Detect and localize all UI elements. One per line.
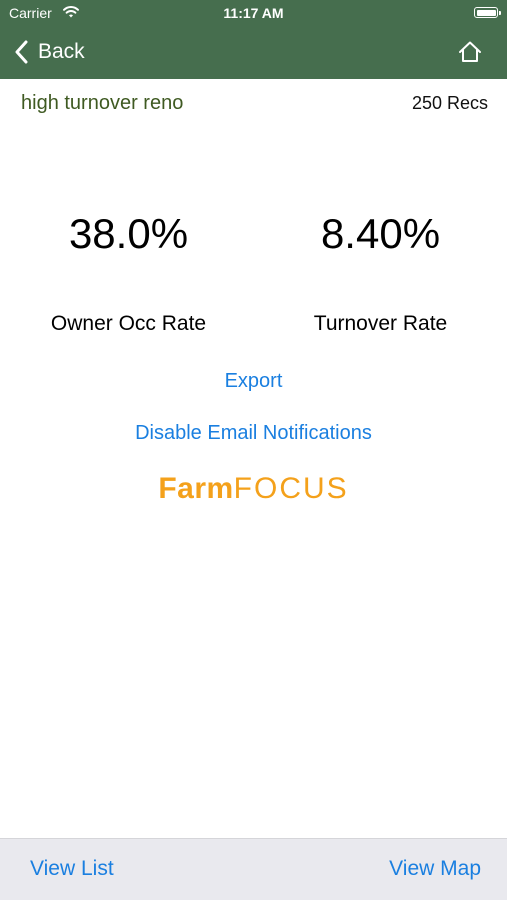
turnover-label: Turnover Rate [313,312,448,335]
search-summary: high turnover reno 250 Recs [0,88,507,122]
stats-panel: 38.0% Owner Occ Rate 8.40% Turnover Rate [0,200,507,350]
logo-part-focus: FOCUS [233,472,349,505]
turnover-stat: 8.40% Turnover Rate [254,200,507,336]
view-map-button[interactable]: View Map [389,857,481,881]
status-time: 11:17 AM [223,5,284,21]
owner-occ-stat: 38.0% Owner Occ Rate [2,200,255,336]
back-label: Back [38,40,85,63]
status-bar: Carrier 11:17 AM [0,0,507,28]
home-button[interactable] [457,40,483,69]
search-name: high turnover reno [21,92,184,114]
home-icon [459,41,481,62]
back-button[interactable]: Back [14,36,85,68]
chevron-left-icon [15,40,28,64]
battery-icon [474,7,501,18]
bottom-toolbar: View List View Map [0,838,507,900]
navigation-header: Carrier 11:17 AM Back [0,0,507,79]
turnover-value: 8.40% [320,210,441,257]
disable-email-notifications-button[interactable]: Disable Email Notifications [0,422,507,445]
view-list-button[interactable]: View List [30,857,114,881]
logo-part-farm: Farm [158,472,234,505]
owner-occ-value: 38.0% [68,210,189,257]
record-count: 250 Recs [411,93,488,113]
owner-occ-label: Owner Occ Rate [50,312,207,335]
farmfocus-logo: FarmFOCUS [0,472,507,506]
export-button[interactable]: Export [0,370,507,393]
